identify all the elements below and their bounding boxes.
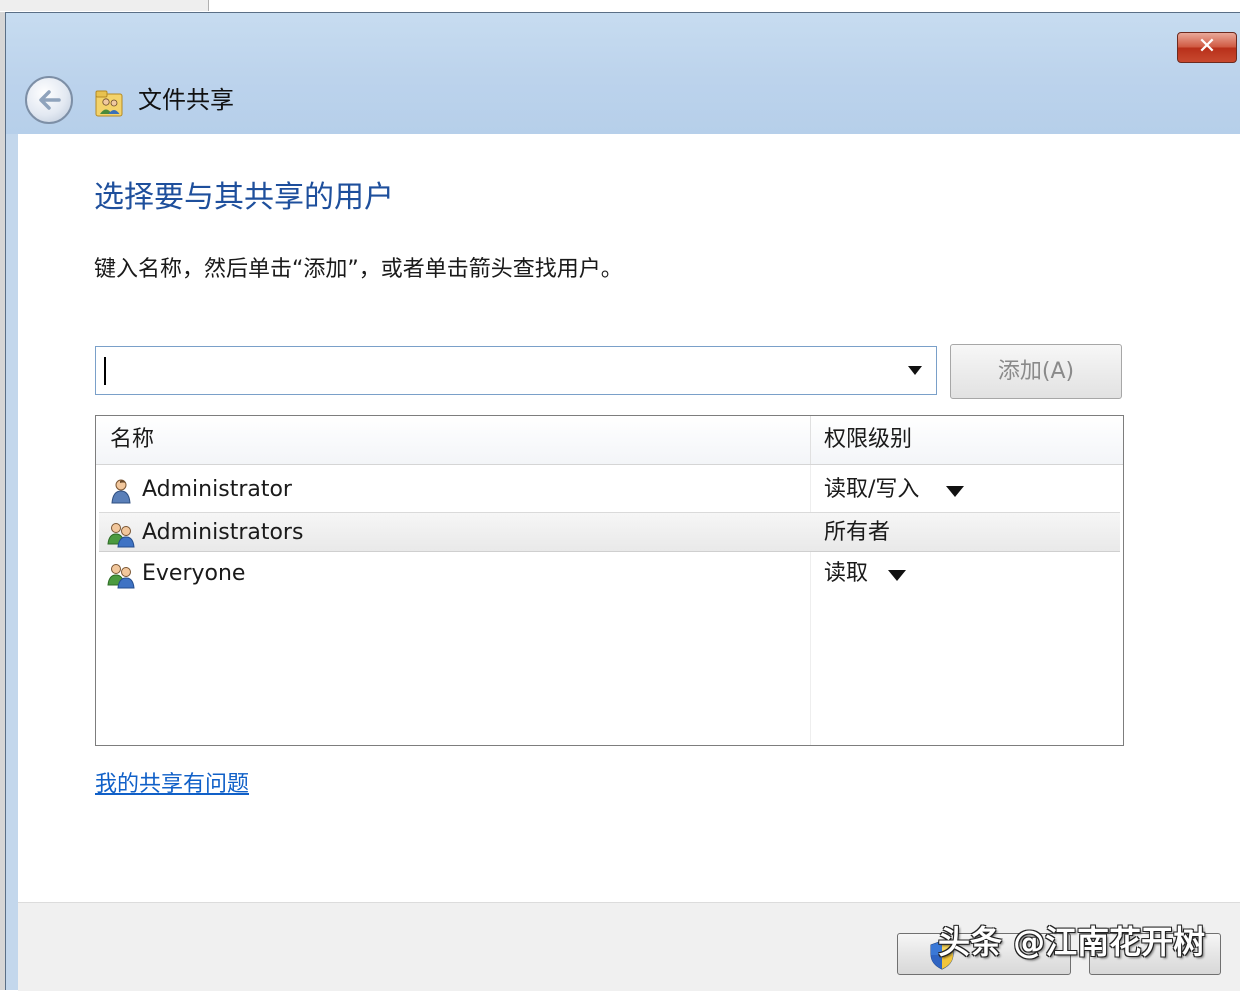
- user-group-icon: [107, 520, 135, 548]
- text-caret: [104, 357, 106, 385]
- permission-dropdown-arrow-icon[interactable]: [946, 486, 964, 497]
- permission-level[interactable]: 读取/写入: [824, 473, 919, 507]
- user-name-input[interactable]: [110, 353, 894, 389]
- page-heading: 选择要与其共享的用户: [94, 178, 394, 218]
- window-title: 文件共享: [138, 83, 234, 117]
- content-area: 选择要与其共享的用户 键入名称，然后单击“添加”，或者单击箭头查找用户。 添加(…: [18, 134, 1240, 902]
- user-name-combobox[interactable]: [95, 346, 937, 395]
- close-button[interactable]: ✕: [1177, 32, 1237, 63]
- user-permission-list: 名称 权限级别 Administrator 读取/写入: [95, 415, 1124, 746]
- user-name: Administrators: [142, 516, 303, 550]
- back-button[interactable]: [25, 76, 73, 124]
- user-name: Administrator: [142, 473, 292, 507]
- user-group-icon: [107, 561, 135, 589]
- background-window-segment: [0, 0, 209, 11]
- single-user-icon: [107, 477, 135, 505]
- watermark-text: 头条 @江南花开树: [938, 920, 1205, 964]
- back-arrow-icon: [35, 86, 63, 114]
- list-header: 名称 权限级别: [96, 416, 1123, 465]
- column-divider[interactable]: [810, 416, 811, 464]
- sharing-help-link[interactable]: 我的共享有问题: [95, 769, 249, 801]
- user-name: Everyone: [142, 557, 245, 591]
- list-item[interactable]: Administrator 读取/写入: [99, 470, 1120, 510]
- permission-level: 所有者: [824, 516, 890, 550]
- permission-dropdown-arrow-icon[interactable]: [888, 570, 906, 581]
- shared-folder-icon: [95, 88, 125, 118]
- title-bar: ✕ 文件共享: [6, 13, 1240, 134]
- list-item[interactable]: Everyone 读取: [99, 554, 1120, 594]
- instruction-text: 键入名称，然后单击“添加”，或者单击箭头查找用户。: [94, 254, 623, 286]
- list-item-selected[interactable]: Administrators 所有者: [99, 512, 1120, 552]
- column-header-name[interactable]: 名称: [110, 424, 154, 456]
- permission-level[interactable]: 读取: [824, 557, 868, 591]
- column-header-permission[interactable]: 权限级别: [824, 424, 912, 456]
- add-button[interactable]: 添加(A): [950, 344, 1122, 399]
- combo-dropdown-arrow-icon[interactable]: [908, 366, 922, 375]
- file-sharing-dialog: ✕ 文件共享 选择要与其共享的用户 键入名称，然后单击“添加”，或者单击箭头查找…: [5, 12, 1240, 990]
